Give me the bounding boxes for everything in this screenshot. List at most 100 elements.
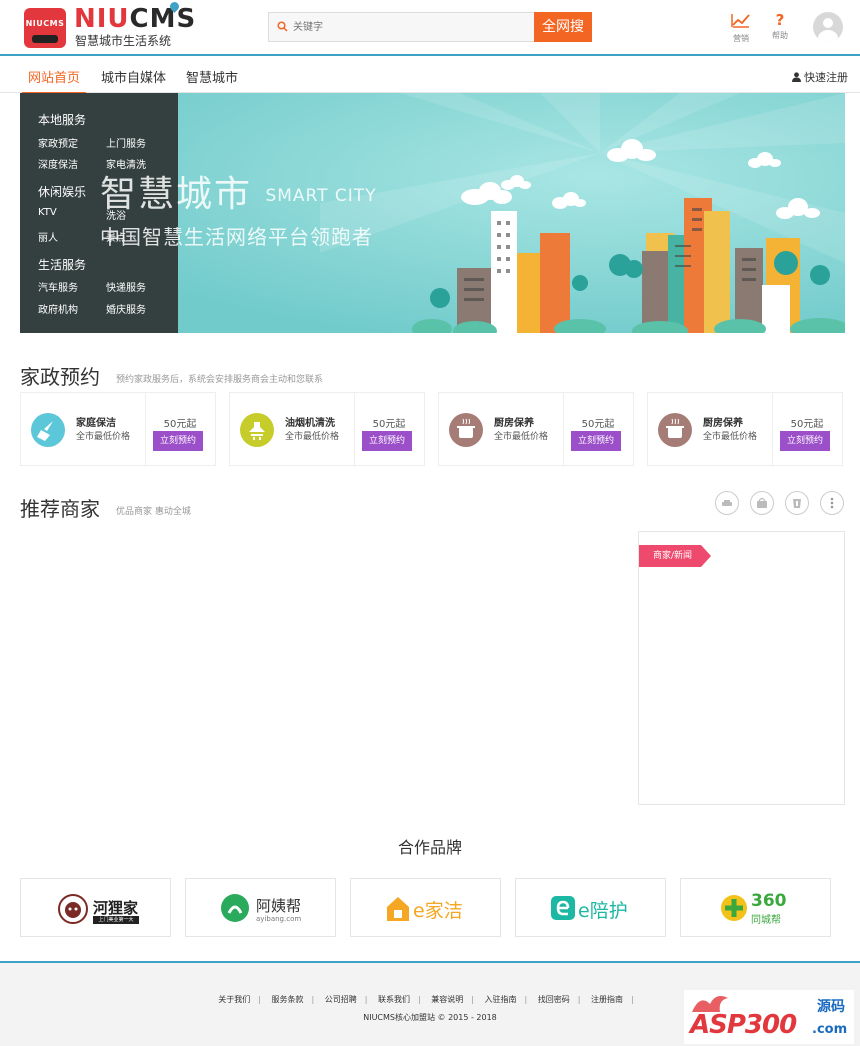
sidebar-item-courier[interactable]: 快递服务 [106, 279, 146, 294]
book-now-button[interactable]: 立刻预约 [571, 431, 621, 451]
sidebar-heading-life: 生活服务 [38, 258, 87, 272]
logo-wordmark-niu: NIU [74, 4, 130, 34]
sidebar-heading-leisure: 休闲娱乐 [38, 185, 87, 199]
card-divider [354, 393, 355, 467]
watermark-sub: 源码 [817, 999, 845, 1015]
service-name: 厨房保养 [494, 418, 534, 429]
logo-wordmark-cms: CMS [129, 4, 197, 34]
service-price: 50元起 [581, 419, 615, 430]
brand-name: e陪护 [578, 900, 628, 922]
drink-icon [793, 499, 801, 508]
quick-register-label: 快速注册 [804, 71, 848, 84]
brand-tagline: ayibang.com [256, 915, 302, 923]
footer-link-compatibility[interactable]: 兼容说明 [431, 995, 463, 1004]
marketing-link[interactable]: 营销 [729, 12, 753, 44]
filter-shop-button[interactable] [750, 491, 774, 515]
brand-helijia[interactable]: 河狸家 上门美业第一大 [20, 878, 171, 937]
sidebar-item-home-service[interactable]: 上门服务 [106, 135, 146, 150]
quick-register-link[interactable]: 快速注册 [791, 69, 848, 85]
filter-more-button[interactable] [820, 491, 844, 515]
food-icon [722, 500, 732, 506]
brand-epeihu[interactable]: e陪护 [515, 878, 666, 937]
pot-icon [449, 413, 483, 447]
partners-title: 合作品牌 [397, 838, 462, 857]
user-icon [791, 72, 801, 82]
ejiajie-logo-icon [387, 897, 409, 921]
card-divider [563, 393, 564, 467]
brand-ejiajie[interactable]: e家洁 [350, 878, 501, 937]
sidebar-item-wedding[interactable]: 婚庆服务 [106, 301, 146, 316]
merchant-news-panel: 商家/新闻 [638, 531, 845, 805]
question-icon: ? [775, 11, 785, 29]
search-input[interactable] [293, 17, 523, 37]
book-now-button[interactable]: 立刻预约 [362, 431, 412, 451]
book-now-button[interactable]: 立刻预约 [153, 431, 203, 451]
help-link[interactable]: ? 帮助 [768, 12, 792, 41]
main-nav: 网站首页 城市自媒体 智慧城市 快速注册 [0, 58, 860, 94]
service-card[interactable]: 厨房保养 全市最低价格 50元起 立刻预约 [647, 392, 843, 467]
service-name: 家庭保洁 [76, 418, 116, 429]
footer-link-terms[interactable]: 服务条款 [272, 995, 304, 1004]
marketing-label: 营销 [733, 34, 749, 43]
card-divider [772, 393, 773, 467]
sidebar-item-beauty[interactable]: 丽人 [38, 229, 58, 244]
banner-title-en: SMART CITY [265, 186, 377, 206]
chart-line-icon [731, 14, 750, 28]
filter-drink-button[interactable] [785, 491, 809, 515]
watermark-text: ASP300 [690, 1010, 797, 1040]
sidebar-item-auto[interactable]: 汽车服务 [38, 279, 78, 294]
service-card[interactable]: 家庭保洁 全市最低价格 50元起 立刻预约 [20, 392, 216, 467]
news-tag[interactable]: 商家/新闻 [639, 545, 711, 567]
service-name: 油烟机清洗 [285, 418, 335, 429]
brand-name: 阿姨帮 [256, 897, 302, 915]
footer-link-contact[interactable]: 联系我们 [378, 995, 410, 1004]
merchants-subtitle: 优品商家 惠动全城 [116, 507, 191, 517]
footer-link-join-guide[interactable]: 入驻指南 [485, 995, 517, 1004]
watermark-suffix: .com [812, 1022, 848, 1037]
nav-item-smart-city[interactable]: 智慧城市 [186, 67, 238, 86]
service-desc: 全市最低价格 [76, 432, 131, 442]
sidebar-item-deep-cleaning[interactable]: 深度保洁 [38, 156, 78, 171]
user-avatar[interactable] [813, 12, 843, 42]
book-now-button[interactable]: 立刻预约 [780, 431, 830, 451]
service-card[interactable]: 厨房保养 全市最低价格 50元起 立刻预约 [438, 392, 634, 467]
card-divider [145, 393, 146, 467]
more-icon [830, 497, 834, 509]
service-desc: 全市最低价格 [494, 432, 549, 442]
brand-ayibang[interactable]: 阿姨帮 ayibang.com [185, 878, 336, 937]
footer-link-recover-password[interactable]: 找回密码 [538, 995, 570, 1004]
epeihu-logo-icon [551, 896, 575, 920]
ayibang-logo-icon [221, 894, 249, 922]
nav-item-city-media[interactable]: 城市自媒体 [101, 67, 166, 86]
sidebar-item-housekeeping[interactable]: 家政预定 [38, 135, 78, 150]
brand-360[interactable]: 360 同城帮 [680, 878, 831, 937]
service-price: 50元起 [790, 419, 824, 430]
avatar-body-icon [818, 30, 838, 42]
search-box [268, 12, 534, 42]
service-desc: 全市最低价格 [285, 432, 340, 442]
logo-mask-icon [32, 35, 58, 43]
footer-link-jobs[interactable]: 公司招聘 [325, 995, 357, 1004]
sidebar-item-government[interactable]: 政府机构 [38, 301, 78, 316]
banner-subtitle: 中国智慧生活网络平台领跑者 [100, 225, 373, 249]
housekeeping-title: 家政预约 [20, 365, 100, 389]
help-label: 帮助 [772, 31, 788, 40]
footer-link-register-guide[interactable]: 注册指南 [591, 995, 623, 1004]
sidebar-item-ktv[interactable]: KTV [38, 207, 57, 218]
merchant-list [20, 531, 630, 805]
logo-badge[interactable]: NIUCMS [24, 8, 66, 48]
shop-icon [757, 497, 767, 508]
filter-food-button[interactable] [715, 491, 739, 515]
service-card[interactable]: 油烟机清洗 全市最低价格 50元起 立刻预约 [229, 392, 425, 467]
sidebar-heading-local: 本地服务 [38, 113, 87, 127]
search-button[interactable]: 全网搜 [534, 12, 592, 42]
brand-tagline: 上门美业第一大 [93, 916, 139, 924]
nav-item-home[interactable]: 网站首页 [21, 67, 87, 94]
housekeeping-subtitle: 预约家政服务后，系统会安排服务商会主动和您联系 [116, 375, 324, 385]
hero-banner[interactable]: 本地服务 家政预定 上门服务 深度保洁 家电清洗 休闲娱乐 KTV 洗浴 丽人 … [20, 93, 845, 333]
helijia-logo-icon [58, 894, 88, 924]
banner-title: 智慧城市 SMART CITY [100, 165, 377, 217]
footer-link-about[interactable]: 关于我们 [218, 995, 250, 1004]
merchants-title: 推荐商家 [20, 497, 100, 521]
360-logo-icon [721, 895, 747, 921]
